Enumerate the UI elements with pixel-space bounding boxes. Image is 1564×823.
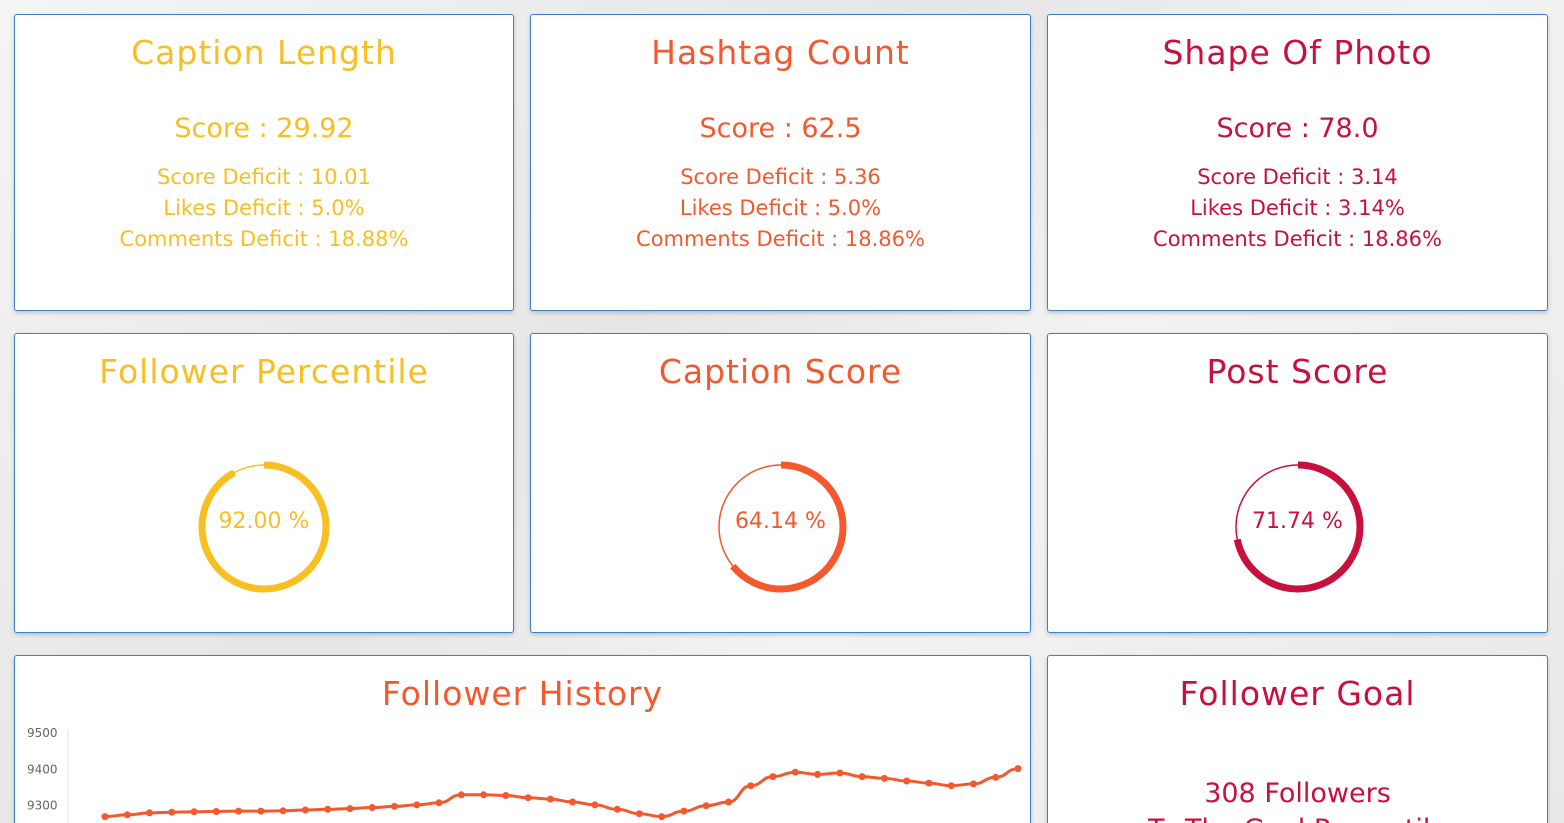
data-point xyxy=(858,773,866,781)
follower-goal-card: Follower Goal 308 Followers To The Goal … xyxy=(1047,655,1548,823)
goal-text: 308 Followers To The Goal Percentile xyxy=(1048,776,1547,823)
comments-deficit: Comments Deficit : 18.86% xyxy=(1153,227,1442,251)
data-point xyxy=(168,808,176,816)
followers-needed: 308 Followers xyxy=(1204,778,1391,809)
data-point xyxy=(502,792,510,799)
score-value: Score : 78.0 xyxy=(1216,113,1379,144)
card-title: Follower Goal xyxy=(1179,674,1416,713)
series-line xyxy=(104,767,1019,819)
progress-ring: 71.74 % xyxy=(1230,459,1366,595)
deficit-list: Score Deficit : 10.01 Likes Deficit : 5.… xyxy=(15,162,513,255)
data-point xyxy=(791,768,799,776)
data-point xyxy=(279,807,287,815)
data-point xyxy=(212,808,220,815)
data-point xyxy=(346,805,354,813)
data-point xyxy=(725,798,732,806)
data-point xyxy=(992,773,1000,781)
card-title: Shape Of Photo xyxy=(1162,33,1433,72)
deficit-list: Score Deficit : 5.36 Likes Deficit : 5.0… xyxy=(531,162,1030,255)
follower-history-card: Follower History 9500 9400 9300 xyxy=(14,655,1031,823)
caption-length-card: Caption Length Score : 29.92 Score Defic… xyxy=(14,14,514,311)
card-title: Follower Percentile xyxy=(99,352,429,391)
data-point xyxy=(658,813,666,821)
data-point xyxy=(880,774,888,782)
data-point xyxy=(635,810,643,818)
data-point xyxy=(435,799,443,807)
data-point xyxy=(947,782,955,790)
data-point xyxy=(925,779,933,787)
deficit-list: Score Deficit : 3.14 Likes Deficit : 3.1… xyxy=(1048,162,1547,255)
post-score-card: Post Score 71.74 % xyxy=(1047,333,1548,633)
comments-deficit: Comments Deficit : 18.88% xyxy=(119,227,409,251)
data-point xyxy=(836,769,844,777)
data-point xyxy=(970,780,977,788)
score-deficit: Score Deficit : 10.01 xyxy=(157,165,371,189)
data-point xyxy=(101,813,109,821)
data-point xyxy=(457,791,465,799)
card-title: Post Score xyxy=(1206,352,1389,391)
data-point xyxy=(301,806,309,814)
y-tick-label: 9400 xyxy=(27,762,58,776)
likes-deficit: Likes Deficit : 5.0% xyxy=(679,196,882,220)
data-point xyxy=(546,795,554,803)
score-deficit: Score Deficit : 3.14 xyxy=(1197,165,1398,189)
card-title: Caption Score xyxy=(658,352,903,391)
data-point xyxy=(480,791,488,799)
data-point xyxy=(1014,765,1022,773)
progress-ring: 64.14 % xyxy=(713,459,849,595)
score-deficit: Score Deficit : 5.36 xyxy=(680,165,881,189)
data-point xyxy=(769,773,777,781)
likes-deficit: Likes Deficit : 3.14% xyxy=(1190,196,1405,220)
data-point xyxy=(413,801,421,809)
likes-deficit: Likes Deficit : 5.0% xyxy=(163,196,365,220)
data-point xyxy=(324,805,332,813)
card-title: Caption Length xyxy=(131,33,397,72)
y-tick-label: 9500 xyxy=(27,726,58,740)
data-point xyxy=(257,807,265,815)
score-value: Score : 62.5 xyxy=(699,113,862,144)
follower-percentile-card: Follower Percentile 92.00 % xyxy=(14,333,514,633)
y-tick-label: 9300 xyxy=(27,799,58,813)
gauge-value: 92.00 % xyxy=(218,509,310,534)
shape-of-photo-card: Shape Of Photo Score : 78.0 Score Defici… xyxy=(1047,14,1548,311)
data-point xyxy=(368,804,376,811)
data-point xyxy=(391,802,398,810)
data-point xyxy=(613,805,621,813)
data-point xyxy=(702,802,710,810)
data-point xyxy=(235,807,243,815)
gauge-value: 64.14 % xyxy=(735,509,826,534)
data-point xyxy=(569,798,577,806)
goal-subtext: To The Goal Percentile xyxy=(1048,812,1547,823)
data-point xyxy=(190,808,198,816)
progress-ring: 92.00 % xyxy=(196,459,332,595)
comments-deficit: Comments Deficit : 18.86% xyxy=(636,227,925,251)
data-point xyxy=(814,770,822,778)
follower-history-chart: 9500 9400 9300 xyxy=(27,726,1022,823)
data-point xyxy=(747,782,755,790)
card-title: Hashtag Count xyxy=(651,33,910,72)
data-point xyxy=(680,807,688,815)
data-point xyxy=(123,811,131,819)
score-value: Score : 29.92 xyxy=(174,113,354,144)
y-axis-ticks: 9500 9400 9300 xyxy=(27,726,58,813)
data-point xyxy=(524,794,532,802)
hashtag-count-card: Hashtag Count Score : 62.5 Score Deficit… xyxy=(530,14,1031,311)
data-point xyxy=(146,809,153,817)
gauge-value: 71.74 % xyxy=(1252,509,1343,534)
caption-score-card: Caption Score 64.14 % xyxy=(530,333,1031,633)
data-point xyxy=(903,777,911,785)
series-points xyxy=(101,765,1022,821)
data-point xyxy=(591,801,599,809)
